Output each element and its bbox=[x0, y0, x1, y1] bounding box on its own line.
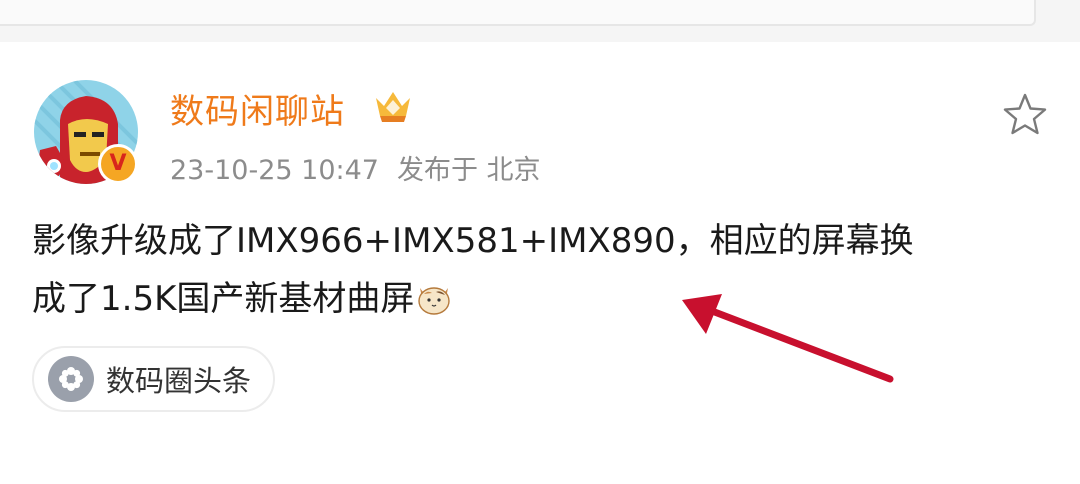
post-content-line-2: 成了1.5K国产新基材曲屏 bbox=[32, 270, 1042, 328]
post-content: 影像升级成了IMX966+IMX581+IMX890，相应的屏幕换 成了1.5K… bbox=[32, 212, 1042, 328]
post-location: 发布于 北京 bbox=[396, 155, 541, 186]
topic-chip[interactable]: 数码圈头条 bbox=[32, 346, 276, 412]
verified-badge: V bbox=[98, 144, 138, 184]
post-timestamp: 23-10-25 10:47 bbox=[170, 155, 379, 186]
flower-icon bbox=[48, 356, 94, 402]
post-meta: 23-10-25 10:47 发布于 北京 bbox=[170, 148, 559, 187]
star-icon[interactable] bbox=[1002, 92, 1048, 138]
vip-crown-icon[interactable] bbox=[372, 88, 414, 124]
username[interactable]: 数码闲聊站 bbox=[170, 84, 345, 133]
post-content-line-2-text: 成了1.5K国产新基材曲屏 bbox=[32, 279, 415, 319]
post-content-line-1: 影像升级成了IMX966+IMX581+IMX890，相应的屏幕换 bbox=[32, 221, 914, 261]
previous-card-edge bbox=[0, 0, 1036, 26]
top-divider bbox=[0, 0, 1080, 42]
topic-chip-label: 数码圈头条 bbox=[106, 364, 252, 398]
cat-emoji-icon bbox=[418, 287, 451, 315]
